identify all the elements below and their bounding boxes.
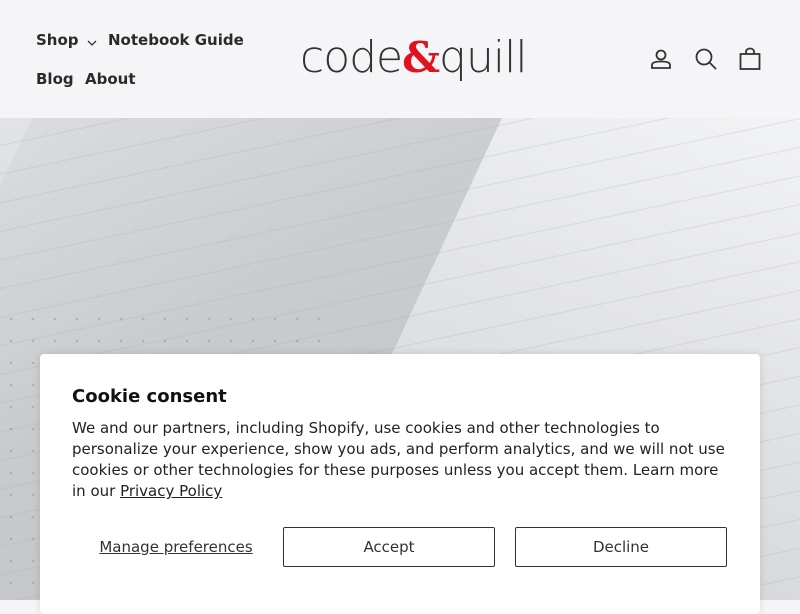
cookie-consent-dialog: Cookie consent We and our partners, incl…: [40, 354, 760, 614]
site-logo[interactable]: code&quill: [300, 30, 528, 86]
logo-ampersand: &: [402, 33, 440, 82]
cart-icon[interactable]: [738, 47, 762, 71]
manage-preferences-button[interactable]: Manage preferences: [72, 526, 280, 568]
cookie-body: We and our partners, including Shopify, …: [72, 418, 732, 502]
decline-button[interactable]: Decline: [515, 527, 727, 567]
nav-item-shop[interactable]: Shop: [36, 31, 97, 50]
nav-item-about[interactable]: About: [85, 70, 136, 88]
account-icon[interactable]: [649, 47, 673, 71]
logo-part-quill: quill: [439, 32, 527, 83]
cookie-title: Cookie consent: [72, 386, 227, 407]
chevron-down-icon: [87, 32, 97, 50]
privacy-policy-link[interactable]: Privacy Policy: [120, 482, 222, 500]
nav-item-blog[interactable]: Blog: [36, 70, 74, 88]
accept-button[interactable]: Accept: [283, 527, 495, 567]
nav-item-notebook-guide[interactable]: Notebook Guide: [108, 31, 244, 49]
logo-part-code: code: [300, 32, 403, 83]
nav-item-label: Shop: [36, 31, 79, 49]
search-icon[interactable]: [694, 47, 718, 71]
site-header: Shop Notebook Guide Blog About code&quil…: [0, 0, 800, 118]
